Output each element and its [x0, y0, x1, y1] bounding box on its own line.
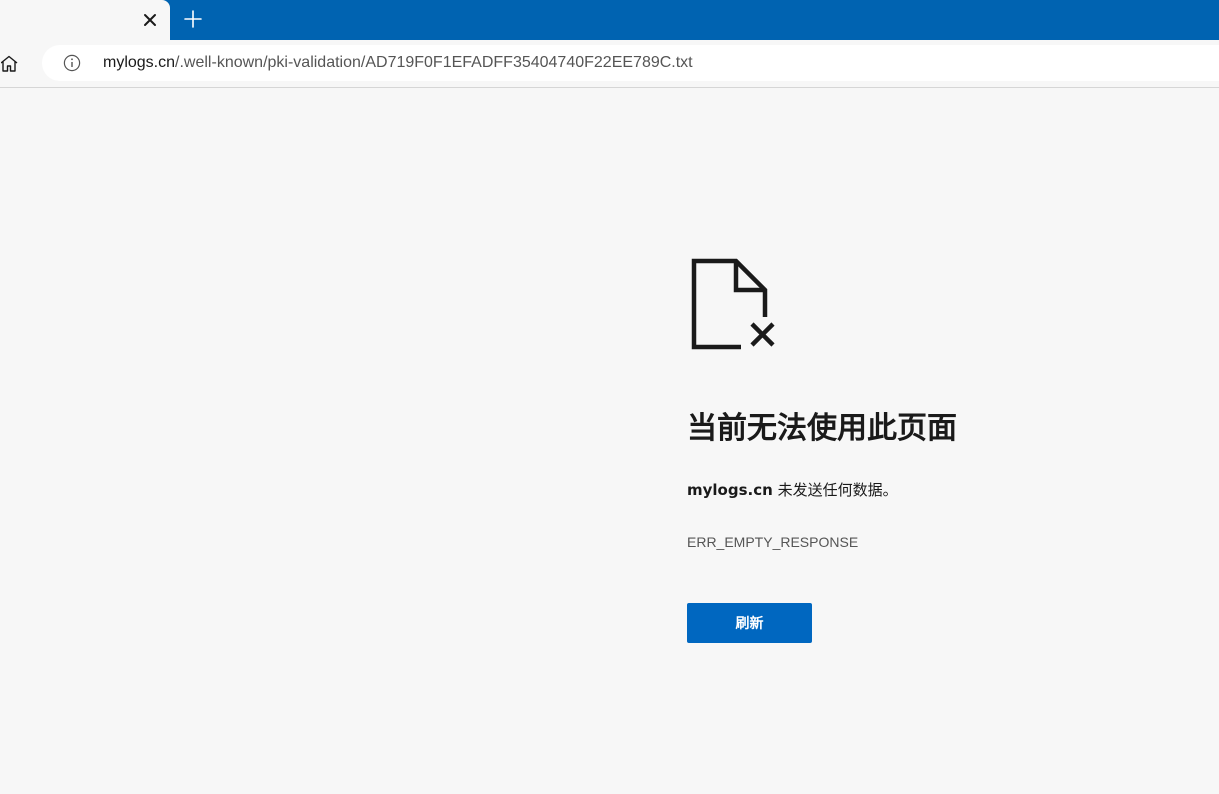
- error-code: ERR_EMPTY_RESPONSE: [687, 534, 859, 550]
- broken-file-icon: [686, 254, 782, 354]
- plus-icon[interactable]: [178, 4, 208, 34]
- active-tab[interactable]: [0, 0, 170, 40]
- url-text[interactable]: mylogs.cn/.well-known/pki-validation/AD7…: [103, 45, 693, 81]
- url-host: mylogs.cn: [103, 54, 176, 71]
- home-icon[interactable]: [0, 52, 20, 76]
- close-icon[interactable]: [138, 8, 162, 32]
- info-icon[interactable]: [63, 54, 81, 72]
- error-message-text: 未发送任何数据。: [772, 481, 898, 499]
- error-message: mylogs.cn 未发送任何数据。: [687, 478, 898, 502]
- tab-strip: [0, 0, 1219, 40]
- refresh-button[interactable]: 刷新: [687, 603, 812, 643]
- page-title: 当前无法使用此页面: [687, 411, 957, 446]
- address-bar[interactable]: mylogs.cn/.well-known/pki-validation/AD7…: [42, 45, 1219, 81]
- url-path: /.well-known/pki-validation/AD719F0F1EFA…: [175, 54, 693, 71]
- error-host: mylogs.cn: [687, 481, 773, 499]
- browser-toolbar: mylogs.cn/.well-known/pki-validation/AD7…: [0, 40, 1219, 88]
